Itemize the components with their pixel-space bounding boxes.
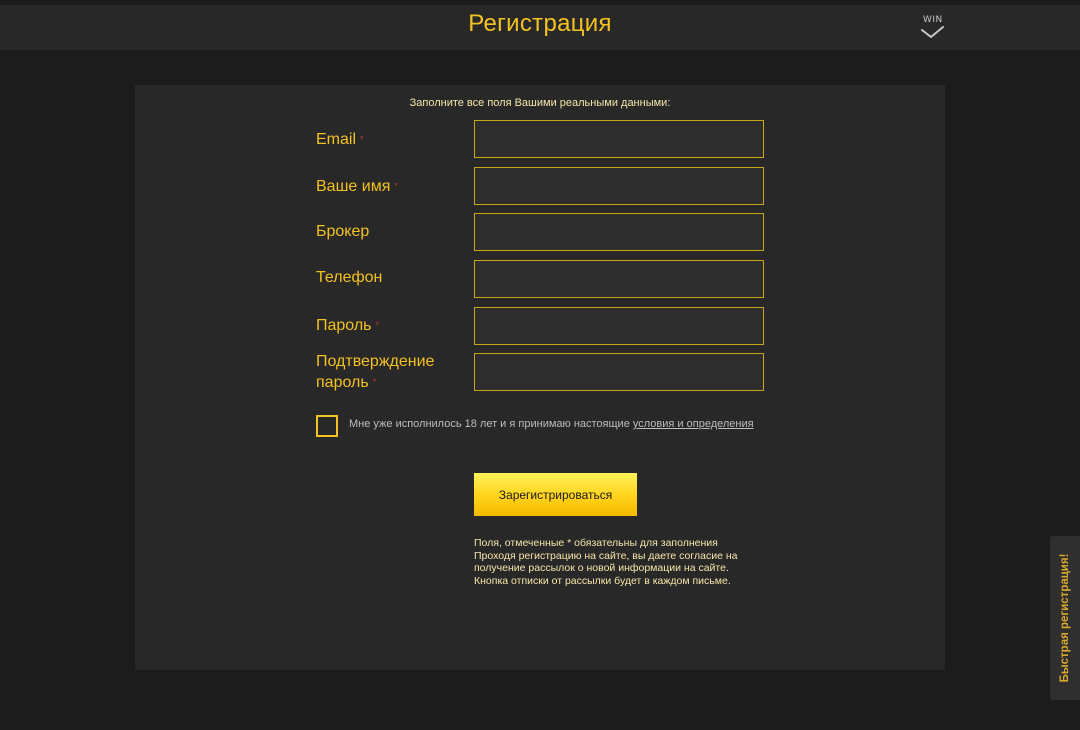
note-line: Проходя регистрацию на сайте, вы даете с… [474, 549, 738, 562]
terms-agreement-label: Мне уже исполнилось 18 лет и я принимаю … [349, 418, 630, 430]
broker-label: Брокер [316, 222, 369, 242]
quick-registration-label: Быстрая регистрация! [1059, 553, 1071, 683]
page-title: Регистрация [468, 10, 612, 37]
form-intro: Заполните все поля Вашими реальными данн… [409, 97, 671, 109]
email-label-text: Email [316, 131, 357, 148]
quick-registration-tab[interactable]: Быстрая регистрация! [1050, 536, 1080, 700]
phone-field[interactable] [474, 260, 764, 298]
name-label: Ваше имя * [316, 176, 398, 197]
register-button[interactable]: Зарегистрироваться [474, 473, 637, 516]
required-note: Поля, отмеченные * обязательны для запол… [474, 537, 764, 587]
name-label-text: Ваше имя [316, 178, 391, 195]
confirm-password-label: Подтверждение пароль * [316, 352, 434, 393]
password-label: Пароль * [316, 315, 379, 336]
win-logo[interactable]: WIN [920, 15, 948, 43]
note-line: получение рассылок о новой информации на… [474, 562, 729, 574]
logo-text: WIN [923, 15, 943, 25]
terms-agreement-text: Мне уже исполнилось 18 лет и я принимаю … [349, 418, 754, 430]
broker-field[interactable] [474, 213, 764, 251]
note-line: Кнопка отписки от рассылки будет в каждо… [474, 574, 731, 587]
email-label: Email * [316, 129, 364, 150]
phone-label: Телефон [316, 268, 382, 288]
age-terms-checkbox[interactable] [316, 415, 338, 437]
checkmark-icon [921, 26, 944, 38]
phone-label-text: Телефон [316, 269, 383, 286]
required-mark: * [360, 134, 364, 144]
confirm-password-label-line1: Подтверждение [316, 353, 435, 370]
required-mark: * [394, 181, 398, 191]
top-header: Регистрация WIN [0, 5, 1080, 50]
confirm-password-field[interactable] [474, 353, 764, 391]
terms-link[interactable]: условия и определения [633, 418, 754, 430]
password-field[interactable] [474, 307, 764, 345]
note-line: Поля, отмеченные * обязательны для запол… [474, 537, 718, 549]
password-label-text: Пароль [316, 317, 372, 334]
name-field[interactable] [474, 167, 764, 205]
email-field[interactable] [474, 120, 764, 158]
broker-label-text: Брокер [316, 223, 370, 240]
required-mark: * [372, 377, 377, 387]
confirm-password-label-line2: пароль [316, 374, 369, 391]
registration-panel: Заполните все поля Вашими реальными данн… [135, 85, 945, 670]
required-mark: * [375, 320, 380, 330]
